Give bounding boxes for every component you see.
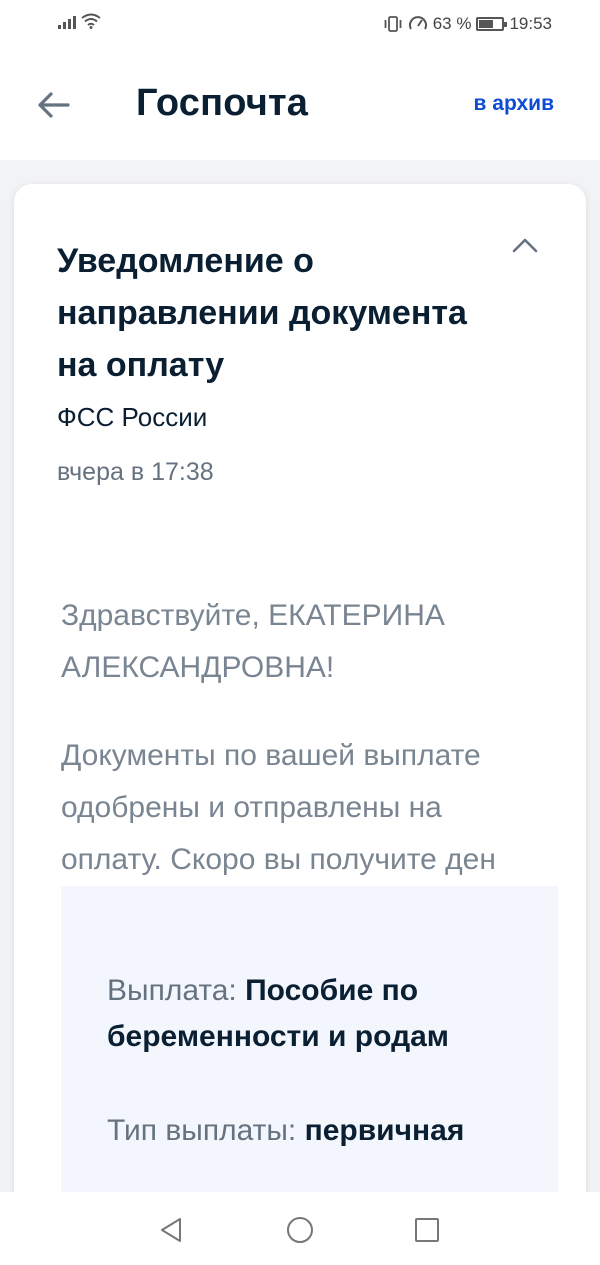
battery-percent: 63 % bbox=[432, 14, 472, 33]
vibrate-icon bbox=[384, 16, 402, 32]
status-right: 63 % 19:53 bbox=[383, 14, 552, 34]
nav-recents-icon bbox=[415, 1218, 439, 1242]
sender-name: ФСС России bbox=[57, 402, 208, 432]
nav-recents-button[interactable] bbox=[409, 1212, 445, 1248]
back-button[interactable] bbox=[30, 82, 76, 128]
signal-icon bbox=[58, 13, 76, 29]
nav-back-icon bbox=[161, 1218, 181, 1242]
screen: 63 % 19:53 Госпочта в архив Уведомление … bbox=[0, 0, 600, 1265]
battery-tip bbox=[504, 22, 508, 27]
payment-detail-row: Тип выплаты: первичная bbox=[107, 1108, 527, 1154]
payment-detail-row: Выплата: Пособие по беременности и родам bbox=[107, 968, 527, 1060]
message-text: Документы по вашей выплате одобрены и от… bbox=[61, 730, 561, 886]
data-saver-icon bbox=[408, 16, 427, 30]
nav-back-button[interactable] bbox=[153, 1212, 189, 1248]
battery-icon bbox=[476, 17, 508, 31]
battery-fill bbox=[479, 20, 494, 28]
notice-date: вчера в 17:38 bbox=[57, 458, 214, 486]
collapse-button[interactable] bbox=[508, 232, 542, 258]
status-left bbox=[58, 13, 102, 29]
greeting-text: Здравствуйте, ЕКАТЕРИНА АЛЕКСАНДРОВНА! bbox=[61, 599, 445, 684]
chevron-up-icon bbox=[512, 238, 538, 253]
status-time: 19:53 bbox=[509, 14, 552, 33]
nav-home-icon bbox=[287, 1217, 313, 1243]
arrow-left-icon bbox=[38, 92, 70, 118]
status-bar: 63 % 19:53 bbox=[0, 0, 600, 52]
payment-type-value: первичная bbox=[304, 1114, 465, 1147]
page-title: Госпочта bbox=[136, 82, 309, 124]
notice-title: Уведомление о направлении документа на о… bbox=[57, 242, 467, 384]
message-line: одобрены и отправлены на bbox=[61, 791, 442, 824]
system-nav-bar bbox=[0, 1192, 600, 1265]
payment-type-label: Тип выплаты: bbox=[107, 1114, 305, 1147]
archive-button[interactable]: в архив bbox=[474, 92, 554, 116]
wifi-icon bbox=[81, 13, 101, 29]
notice-card: Уведомление о направлении документа на о… bbox=[14, 184, 586, 1265]
message-line: оплату. Скоро вы получите ден bbox=[61, 843, 496, 876]
message-line: Документы по вашей выплате bbox=[61, 739, 481, 772]
app-header: Госпочта в архив bbox=[0, 52, 600, 160]
payment-label: Выплата: bbox=[107, 974, 246, 1007]
nav-home-button[interactable] bbox=[282, 1212, 318, 1248]
